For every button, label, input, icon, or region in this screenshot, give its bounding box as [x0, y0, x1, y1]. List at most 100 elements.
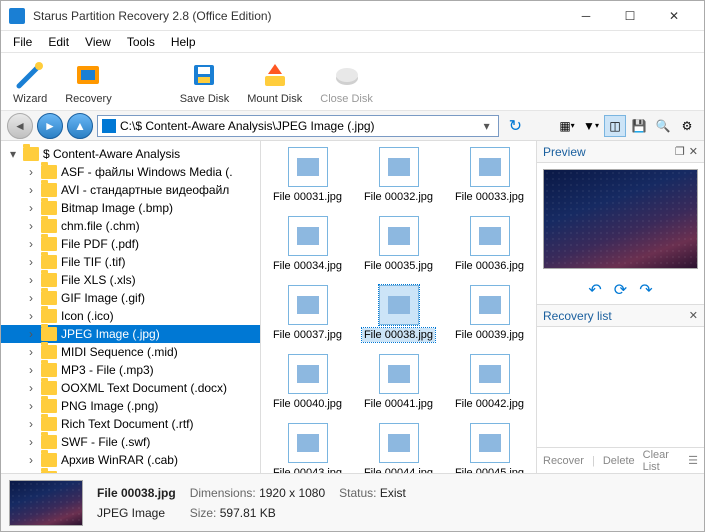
close-disk-icon [331, 59, 363, 91]
file-item[interactable]: File 00036.jpg [447, 216, 533, 273]
address-dropdown[interactable]: ▾ [480, 119, 494, 133]
menu-view[interactable]: View [77, 33, 119, 51]
menu-edit[interactable]: Edit [40, 33, 77, 51]
file-item[interactable]: File 00031.jpg [265, 147, 351, 204]
file-item[interactable]: File 00038.jpg [356, 285, 442, 342]
file-item[interactable]: File 00043.jpg [265, 423, 351, 473]
file-item[interactable]: File 00040.jpg [265, 354, 351, 411]
options-button[interactable]: ⚙ [676, 115, 698, 137]
recovery-list-close-button[interactable]: ✕ [689, 309, 698, 322]
file-label: File 00038.jpg [362, 328, 435, 342]
image-icon [379, 423, 419, 463]
delete-button[interactable]: Delete [601, 455, 637, 467]
rotate-right-button[interactable]: ↷ [639, 280, 652, 300]
recovery-icon [72, 59, 104, 91]
image-icon [379, 285, 419, 325]
search-button[interactable]: 🔍 [652, 115, 674, 137]
recovery-button[interactable]: Recovery [61, 57, 115, 107]
address-text: C:\$ Content-Aware Analysis\JPEG Image (… [120, 119, 476, 133]
tree-item[interactable]: ›OOXML Text Document (.docx) [1, 379, 260, 397]
menubar: File Edit View Tools Help [1, 31, 704, 53]
image-icon [470, 285, 510, 325]
tree-item[interactable]: ›MIDI Sequence (.mid) [1, 343, 260, 361]
image-icon [470, 423, 510, 463]
tree-item[interactable]: ›AVI - стандартные видеофайл [1, 181, 260, 199]
tree-item[interactable]: ›Rich Text Document (.rtf) [1, 415, 260, 433]
recovery-list-header: Recovery list ✕ [537, 305, 704, 327]
clear-list-button[interactable]: Clear List [641, 449, 675, 473]
recover-button[interactable]: Recover [541, 455, 586, 467]
view-thumbnails-button[interactable]: ▦▾ [556, 115, 578, 137]
rotate-left-button[interactable]: ↶ [588, 280, 601, 300]
folder-tree[interactable]: ▾$ Content-Aware Analysis›ASF - файлы Wi… [1, 141, 261, 473]
file-item[interactable]: File 00034.jpg [265, 216, 351, 273]
menu-file[interactable]: File [5, 33, 40, 51]
mount-disk-button[interactable]: Mount Disk [243, 57, 306, 107]
close-button[interactable]: ✕ [652, 2, 696, 30]
preview-close-button[interactable]: ✕ [689, 145, 698, 158]
tree-item[interactable]: ›PNG Image (.png) [1, 397, 260, 415]
reset-rotation-button[interactable]: ⟳ [614, 280, 627, 300]
save-disk-button[interactable]: Save Disk [176, 57, 234, 107]
mount-disk-icon [259, 59, 291, 91]
file-item[interactable]: File 00033.jpg [447, 147, 533, 204]
tree-item[interactable]: ›File XLS (.xls) [1, 271, 260, 289]
file-item[interactable]: File 00037.jpg [265, 285, 351, 342]
tree-item[interactable]: ›GIF Image (.gif) [1, 289, 260, 307]
rotate-toolbar: ↶ ⟳ ↷ [537, 275, 704, 305]
tree-item[interactable]: ›MP3 - File (.mp3) [1, 361, 260, 379]
file-grid[interactable]: File 00031.jpgFile 00032.jpgFile 00033.j… [261, 141, 536, 473]
recovery-list[interactable] [537, 327, 704, 447]
file-item[interactable]: File 00041.jpg [356, 354, 442, 411]
file-label: File 00044.jpg [362, 466, 435, 473]
file-item[interactable]: File 00045.jpg [447, 423, 533, 473]
file-item[interactable]: File 00039.jpg [447, 285, 533, 342]
nav-up-button[interactable]: ▲ [67, 113, 93, 139]
file-item[interactable]: File 00035.jpg [356, 216, 442, 273]
tree-item[interactable]: ›SWF - File (.swf) [1, 433, 260, 451]
tree-item[interactable]: ›JPEG Image (.jpg) [1, 325, 260, 343]
tree-item[interactable]: ›ASF - файлы Windows Media (. [1, 163, 260, 181]
file-label: File 00045.jpg [453, 466, 526, 473]
image-icon [470, 147, 510, 187]
titlebar: Starus Partition Recovery 2.8 (Office Ed… [1, 1, 704, 31]
address-bar[interactable]: C:\$ Content-Aware Analysis\JPEG Image (… [97, 115, 499, 137]
menu-help[interactable]: Help [163, 33, 204, 51]
menu-tools[interactable]: Tools [119, 33, 163, 51]
preview-pane-button[interactable]: ◫ [604, 115, 626, 137]
maximize-button[interactable]: ☐ [608, 2, 652, 30]
image-icon [379, 216, 419, 256]
file-label: File 00041.jpg [362, 397, 435, 411]
main-toolbar: Wizard Recovery Save Disk Mount Disk Clo… [1, 53, 704, 111]
nav-back-button[interactable]: ◄ [7, 113, 33, 139]
preview-popout-button[interactable]: ❐ [675, 145, 685, 158]
tree-item[interactable]: ›File TIF (.tif) [1, 253, 260, 271]
file-item[interactable]: File 00032.jpg [356, 147, 442, 204]
body: ▾$ Content-Aware Analysis›ASF - файлы Wi… [1, 141, 704, 473]
image-icon [288, 423, 328, 463]
refresh-button[interactable]: ↻ [503, 116, 528, 136]
save-panel-button[interactable]: 💾 [628, 115, 650, 137]
recovery-toolbar: Recover | Delete Clear List ☰ [537, 447, 704, 473]
filter-button[interactable]: ▼▾ [580, 115, 602, 137]
wizard-button[interactable]: Wizard [9, 57, 51, 107]
tree-item[interactable]: ›chm.file (.chm) [1, 217, 260, 235]
status-filetype: JPEG Image [97, 506, 176, 520]
image-icon [288, 354, 328, 394]
tree-item[interactable]: ›Архив WinRAR (.cab) [1, 451, 260, 469]
file-label: File 00039.jpg [453, 328, 526, 342]
tree-item[interactable]: ›File PDF (.pdf) [1, 235, 260, 253]
drive-icon [102, 119, 116, 133]
image-icon [470, 216, 510, 256]
file-item[interactable]: File 00042.jpg [447, 354, 533, 411]
file-item[interactable]: File 00044.jpg [356, 423, 442, 473]
image-icon [288, 147, 328, 187]
tree-item[interactable]: ›Icon (.ico) [1, 307, 260, 325]
file-label: File 00035.jpg [362, 259, 435, 273]
tree-root[interactable]: ▾$ Content-Aware Analysis [1, 145, 260, 163]
list-view-button[interactable]: ☰ [686, 454, 700, 467]
view-buttons: ▦▾ ▼▾ ◫ 💾 🔍 ⚙ [556, 115, 698, 137]
tree-item[interactable]: ›Bitmap Image (.bmp) [1, 199, 260, 217]
nav-forward-button[interactable]: ► [37, 113, 63, 139]
minimize-button[interactable]: ─ [564, 2, 608, 30]
